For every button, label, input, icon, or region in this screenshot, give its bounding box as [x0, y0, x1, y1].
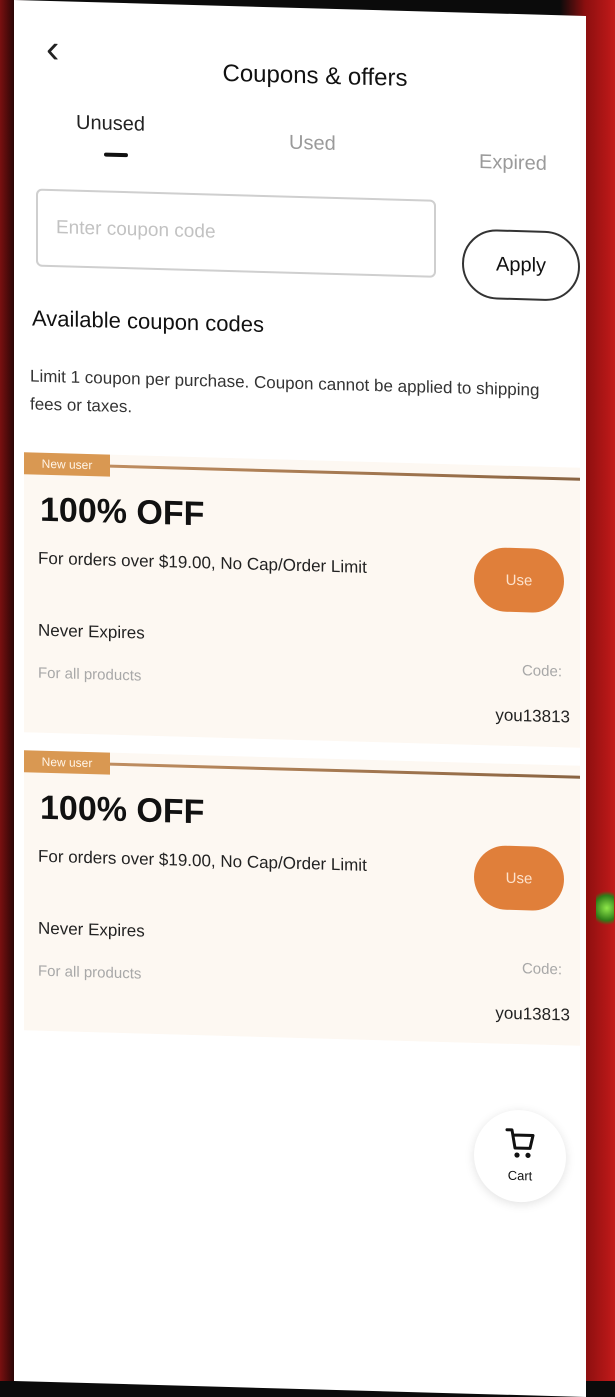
coupon-discount: 100% OFF	[40, 491, 204, 535]
use-coupon-button[interactable]: Use	[474, 547, 564, 614]
cart-icon	[504, 1126, 536, 1161]
coupon-discount: 100% OFF	[40, 789, 204, 833]
new-user-badge: New user	[24, 750, 110, 774]
cart-label: Cart	[474, 1167, 566, 1185]
active-tab-indicator	[104, 153, 128, 158]
coupon-limit-note: Limit 1 coupon per purchase. Coupon cann…	[30, 362, 570, 433]
coupon-code-value: you13813	[495, 1003, 570, 1025]
use-coupon-button[interactable]: Use	[474, 845, 564, 912]
tab-expired[interactable]: Expired	[479, 151, 547, 176]
device-led	[596, 888, 614, 928]
coupon-expiry: Never Expires	[38, 621, 145, 644]
coupon-code-value: you13813	[495, 705, 570, 727]
coupon-expiry: Never Expires	[38, 919, 145, 942]
coupon-code-input[interactable]	[36, 189, 436, 278]
new-user-badge: New user	[24, 452, 110, 476]
coupon-condition: For orders over $19.00, No Cap/Order Lim…	[38, 549, 367, 578]
coupon-code-label: Code:	[522, 960, 562, 978]
coupon-condition: For orders over $19.00, No Cap/Order Lim…	[38, 847, 367, 876]
coupon-scope: For all products	[38, 963, 141, 983]
coupon-code-label: Code:	[522, 662, 562, 680]
coupon-card: New user 100% OFF For orders over $19.00…	[24, 452, 580, 748]
coupon-tabs: Unused Used Expired	[34, 111, 576, 186]
page-title: Coupons & offers	[14, 54, 586, 98]
phone-screen: ‹ Coupons & offers Unused Used Expired A…	[14, 0, 586, 1397]
cart-button[interactable]: Cart	[474, 1109, 566, 1204]
coupon-scope: For all products	[38, 665, 141, 685]
apply-button[interactable]: Apply	[462, 229, 580, 302]
tab-unused[interactable]: Unused	[76, 112, 145, 137]
coupon-card: New user 100% OFF For orders over $19.00…	[24, 750, 580, 1046]
tab-used[interactable]: Used	[289, 132, 336, 156]
available-codes-title: Available coupon codes	[32, 306, 264, 338]
